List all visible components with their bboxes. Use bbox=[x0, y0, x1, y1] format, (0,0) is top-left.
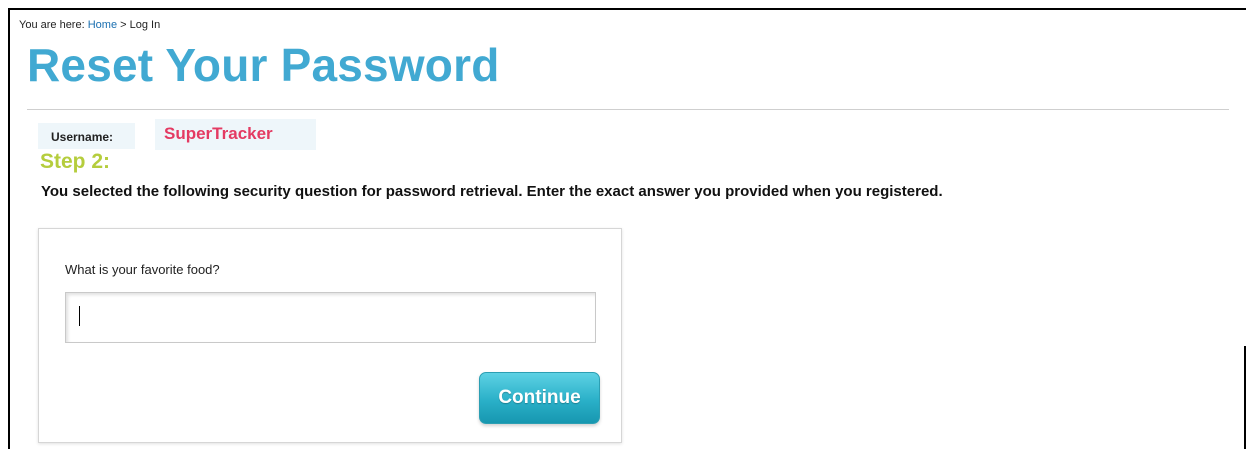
step-title: Step 2: bbox=[40, 150, 111, 173]
security-answer-input[interactable] bbox=[65, 292, 596, 343]
security-question-label: What is your favorite food? bbox=[65, 262, 220, 277]
username-value: SuperTracker bbox=[155, 119, 316, 150]
breadcrumb-home-link[interactable]: Home bbox=[88, 19, 117, 31]
breadcrumb-separator: > bbox=[120, 19, 127, 31]
username-label: Username: bbox=[38, 123, 135, 149]
page-title: Reset Your Password bbox=[27, 39, 500, 91]
breadcrumb: You are here: Home > Log In bbox=[19, 19, 160, 31]
text-caret bbox=[79, 306, 80, 326]
breadcrumb-prefix: You are here: bbox=[19, 19, 85, 31]
continue-button[interactable]: Continue bbox=[479, 372, 600, 424]
step-instructions: You selected the following security ques… bbox=[41, 183, 943, 200]
breadcrumb-current: Log In bbox=[129, 19, 161, 31]
title-divider bbox=[27, 109, 1229, 110]
